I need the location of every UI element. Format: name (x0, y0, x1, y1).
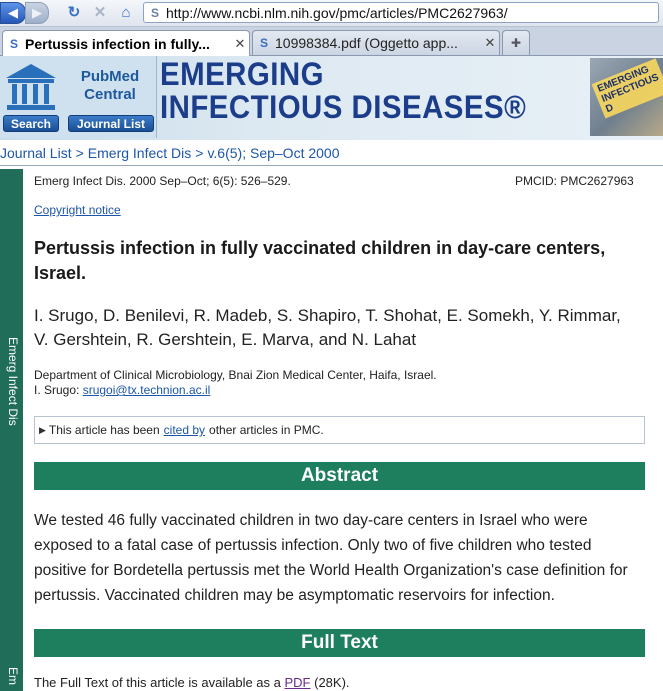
article-authors: I. Srugo, D. Benilevi, R. Madeb, S. Shap… (34, 306, 621, 349)
breadcrumb-volume[interactable]: v.6(5); Sep–Oct 2000 (207, 145, 339, 161)
pdf-size: (28K). (314, 675, 350, 690)
journal-cover-image[interactable]: EMERGING INFECTIOUS D (590, 58, 663, 136)
affiliation-text: Department of Clinical Microbiology, Bna… (34, 368, 437, 382)
abstract-heading: Abstract (34, 462, 645, 490)
tab-label: Pertussis infection in fully... (25, 35, 210, 52)
cited-by-prefix: This article has been (48, 423, 160, 437)
contact-line: I. Srugo: srugoi@tx.technion.ac.il (34, 383, 437, 398)
tab-pdf[interactable]: S 10998384.pdf (Oggetto app... ✕ (252, 30, 500, 55)
tab-favicon-icon: S (9, 36, 18, 51)
article-pmcid: PMCID: PMC2627963 (515, 174, 634, 188)
journal-banner: PubMed Central Search Journal List EMERG… (0, 56, 663, 140)
journal-title: EMERGING INFECTIOUS DISEASES® (160, 58, 526, 124)
forward-arrow-icon[interactable]: ▶ (25, 2, 49, 24)
breadcrumb-journal-list[interactable]: Journal List (0, 145, 72, 161)
article-citation: Emerg Infect Dis. 2000 Sep–Oct; 6(5): 52… (34, 174, 291, 188)
address-url[interactable]: http://www.ncbi.nlm.nih.gov/pmc/articles… (166, 5, 508, 21)
pmc-temple-logo-icon[interactable] (4, 62, 58, 112)
stop-icon[interactable]: ✕ (90, 2, 110, 22)
full-text-availability: The Full Text of this article is availab… (34, 675, 350, 690)
expand-triangle-icon[interactable]: ▶ (35, 425, 49, 436)
home-icon[interactable]: ⌂ (116, 2, 136, 22)
browser-toolbar: ◀ ▶ ↻ ✕ ⌂ S http://www.ncbi.nlm.nih.gov/… (0, 0, 663, 27)
article-affiliation: Department of Clinical Microbiology, Bna… (34, 368, 437, 398)
journal-list-button[interactable]: Journal List (68, 115, 154, 132)
pmc-logo-block: PubMed Central Search Journal List (0, 56, 157, 138)
pmc-title-line1: PubMed (80, 68, 140, 85)
breadcrumb-separator-icon: > (75, 145, 84, 161)
full-text-heading: Full Text (34, 629, 645, 657)
journal-title-line2: INFECTIOUS DISEASES® (160, 89, 527, 125)
cited-by-link[interactable]: cited by (160, 423, 209, 437)
reload-icon[interactable]: ↻ (64, 2, 84, 22)
abstract-text: We tested 46 fully vaccinated children i… (34, 512, 628, 604)
new-tab-button[interactable]: ✚ (502, 30, 530, 55)
article-title: Pertussis infection in fully vaccinated … (34, 238, 606, 283)
site-favicon-icon: S (150, 5, 159, 20)
pdf-link[interactable]: PDF (285, 675, 311, 690)
side-strip-label-2[interactable]: Em (2, 667, 20, 685)
journal-title-line1: EMERGING (160, 56, 324, 92)
breadcrumb-emerg-infect-dis[interactable]: Emerg Infect Dis (88, 145, 191, 161)
close-tab-icon[interactable]: ✕ (481, 35, 499, 51)
tab-favicon-icon: S (259, 36, 268, 50)
copyright-notice-link[interactable]: Copyright notice (34, 203, 121, 217)
search-button[interactable]: Search (3, 115, 59, 132)
back-arrow-icon[interactable]: ◀ (0, 2, 26, 24)
contact-prefix: I. Srugo: (34, 383, 83, 397)
cited-by-suffix: other articles in PMC. (209, 423, 324, 437)
breadcrumb: Journal List > Emerg Infect Dis > v.6(5); Se… (0, 145, 663, 166)
close-tab-icon[interactable]: ✕ (231, 36, 249, 52)
tab-strip: S Pertussis infection in fully... ✕ S 10… (0, 27, 663, 56)
journal-side-strip (0, 169, 23, 691)
pmc-title-line2: Central (84, 86, 136, 103)
pmc-title: PubMed Central (66, 68, 154, 104)
journal-cover-text: EMERGING INFECTIOUS D (591, 58, 663, 119)
side-strip-label[interactable]: Emerg Infect Dis (2, 337, 20, 426)
tab-label: 10998384.pdf (Oggetto app... (275, 35, 458, 51)
full-text-prefix: The Full Text of this article is availab… (34, 675, 281, 690)
contact-email-link[interactable]: srugoi@tx.technion.ac.il (83, 383, 211, 397)
breadcrumb-separator-icon: > (195, 145, 204, 161)
cited-by-box: ▶ This article has been cited by other a… (34, 416, 645, 444)
address-bar[interactable]: S http://www.ncbi.nlm.nih.gov/pmc/articl… (143, 2, 659, 23)
tab-pertussis-article[interactable]: S Pertussis infection in fully... ✕ (2, 30, 250, 56)
